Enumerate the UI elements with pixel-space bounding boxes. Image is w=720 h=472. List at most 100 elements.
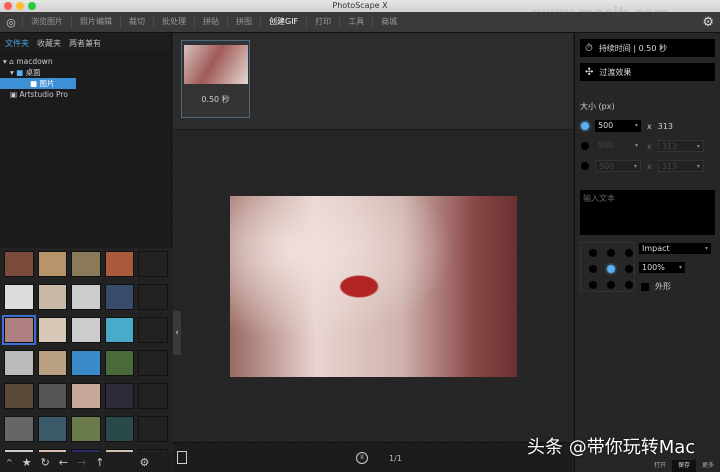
text-input[interactable]: 输入文本 bbox=[580, 190, 715, 235]
tab-tools[interactable]: 工具 bbox=[339, 16, 372, 28]
open-button[interactable]: 打开 bbox=[648, 460, 672, 472]
thumbnail[interactable] bbox=[138, 284, 168, 310]
thumbnail[interactable] bbox=[4, 251, 34, 277]
scale-select[interactable]: 100% bbox=[639, 262, 685, 273]
thumbnail[interactable] bbox=[71, 284, 101, 310]
save-button[interactable]: 保存 bbox=[672, 460, 696, 472]
forward-arrow-icon[interactable]: → bbox=[77, 456, 86, 469]
thumbnail[interactable] bbox=[71, 317, 101, 343]
minimize-button[interactable] bbox=[16, 2, 24, 10]
refresh-icon[interactable]: ↻ bbox=[41, 456, 50, 469]
up-arrow-icon[interactable]: ↑ bbox=[95, 456, 104, 469]
tab-print[interactable]: 打印 bbox=[306, 16, 339, 28]
width-select[interactable]: 500 bbox=[595, 160, 641, 172]
tab-edit[interactable]: 照片编辑 bbox=[71, 16, 120, 28]
folder-icon: ■ bbox=[30, 79, 37, 88]
thumbnail[interactable] bbox=[4, 350, 34, 376]
thumbnail[interactable] bbox=[138, 251, 168, 277]
size-radio-1[interactable] bbox=[581, 122, 589, 130]
star-icon[interactable]: ★ bbox=[22, 456, 32, 469]
height-select[interactable]: 313 bbox=[658, 160, 704, 172]
thumbnail[interactable] bbox=[4, 383, 34, 409]
thumbnail[interactable] bbox=[105, 317, 135, 343]
outline-checkbox[interactable]: 外形 bbox=[641, 281, 671, 292]
collapse-icon[interactable]: ^ bbox=[6, 458, 13, 467]
size-radio-2[interactable] bbox=[581, 142, 589, 150]
folder-tree: ▾ ⌂ macdown ▾ ■ 桌面 ■ 图片 ▣ Artstudio Pro bbox=[0, 50, 171, 106]
thumbnail[interactable] bbox=[105, 284, 135, 310]
settings-gear-icon[interactable]: ⚙ bbox=[702, 15, 714, 30]
thumbnail[interactable] bbox=[4, 317, 34, 343]
transition-button[interactable]: ✣过渡效果 bbox=[580, 63, 715, 81]
thumbnail[interactable] bbox=[105, 350, 135, 376]
thumbnail[interactable] bbox=[71, 251, 101, 277]
text-position-grid[interactable] bbox=[580, 242, 635, 292]
position-dot[interactable] bbox=[589, 281, 597, 289]
app-logo-icon[interactable]: ◎ bbox=[0, 16, 22, 29]
thumbnail[interactable] bbox=[4, 284, 34, 310]
width-select[interactable]: 500 bbox=[595, 120, 641, 132]
tab-both[interactable]: 两者兼有 bbox=[69, 38, 101, 45]
thumbnail[interactable] bbox=[138, 317, 168, 343]
checkbox-box[interactable] bbox=[641, 283, 649, 291]
size-radio-3[interactable] bbox=[581, 162, 589, 170]
thumbnail[interactable] bbox=[138, 350, 168, 376]
watermark-text: 头条 @带你玩转Mac bbox=[527, 433, 695, 459]
thumbnail[interactable] bbox=[105, 383, 135, 409]
tab-create-gif[interactable]: 创建GIF bbox=[260, 16, 306, 28]
height-select[interactable]: 313 bbox=[658, 140, 704, 152]
tree-item-artstudio[interactable]: ▣ Artstudio Pro bbox=[0, 89, 171, 100]
thumbnail[interactable] bbox=[71, 350, 101, 376]
tab-browse[interactable]: 浏览图片 bbox=[22, 16, 71, 28]
thumbnail[interactable] bbox=[71, 383, 101, 409]
position-dot[interactable] bbox=[589, 249, 597, 257]
pause-button[interactable]: II bbox=[356, 452, 368, 464]
right-panel: ⏱持续时间 | 0.50 秒 ✣过渡效果 大小 (px) 500x313 500… bbox=[574, 33, 720, 472]
thumbnail[interactable] bbox=[105, 416, 135, 442]
tab-batch[interactable]: 批处理 bbox=[153, 16, 194, 28]
duration-label: 持续时间 | 0.50 秒 bbox=[599, 43, 667, 54]
duration-button[interactable]: ⏱ 持续时间 | 0.50 秒 bbox=[580, 39, 715, 57]
tab-collage[interactable]: 拼贴 bbox=[194, 16, 227, 28]
zoom-button[interactable] bbox=[28, 2, 36, 10]
settings-icon[interactable]: ⚙ bbox=[139, 456, 149, 469]
position-dot[interactable] bbox=[625, 249, 633, 257]
thumbnail[interactable] bbox=[38, 416, 68, 442]
stopwatch-icon: ⏱ bbox=[585, 43, 593, 54]
more-button[interactable]: 更多 bbox=[696, 460, 720, 472]
thumbnail[interactable] bbox=[138, 383, 168, 409]
tab-crop[interactable]: 裁切 bbox=[120, 16, 153, 28]
thumbnail-grid[interactable] bbox=[0, 248, 172, 452]
font-select[interactable]: Impact bbox=[639, 243, 711, 254]
tab-folders[interactable]: 文件夹 bbox=[5, 38, 29, 45]
thumbnail[interactable] bbox=[105, 251, 135, 277]
position-dot[interactable] bbox=[607, 249, 615, 257]
close-button[interactable] bbox=[4, 2, 12, 10]
tab-favorites[interactable]: 收藏夹 bbox=[37, 38, 61, 45]
position-dot[interactable] bbox=[589, 265, 597, 273]
thumbnail[interactable] bbox=[38, 251, 68, 277]
panel-toggle-icon[interactable] bbox=[177, 451, 187, 464]
thumbnail[interactable] bbox=[38, 383, 68, 409]
thumbnail[interactable] bbox=[38, 350, 68, 376]
position-dot[interactable] bbox=[607, 265, 615, 273]
folder-icon: ■ bbox=[16, 68, 23, 77]
position-dot[interactable] bbox=[625, 265, 633, 273]
tree-item-desktop[interactable]: ▾ ■ 桌面 bbox=[0, 67, 171, 78]
thumbnail[interactable] bbox=[4, 416, 34, 442]
position-dot[interactable] bbox=[607, 281, 615, 289]
thumbnail[interactable] bbox=[71, 416, 101, 442]
width-input[interactable]: 500 bbox=[595, 140, 641, 152]
collapse-panel-button[interactable]: ‹ bbox=[173, 311, 181, 355]
back-arrow-icon[interactable]: ← bbox=[59, 456, 68, 469]
thumbnail[interactable] bbox=[38, 284, 68, 310]
tree-item-macdown[interactable]: ▾ ⌂ macdown bbox=[0, 56, 171, 67]
frame-item[interactable]: 0.50 秒 bbox=[181, 40, 250, 118]
tab-combine[interactable]: 拼图 bbox=[227, 16, 260, 28]
window-controls[interactable] bbox=[4, 2, 36, 10]
position-dot[interactable] bbox=[625, 281, 633, 289]
tree-item-pictures[interactable]: ■ 图片 bbox=[0, 78, 76, 89]
tab-store[interactable]: 商城 bbox=[372, 16, 405, 28]
thumbnail[interactable] bbox=[138, 416, 168, 442]
thumbnail[interactable] bbox=[38, 317, 68, 343]
